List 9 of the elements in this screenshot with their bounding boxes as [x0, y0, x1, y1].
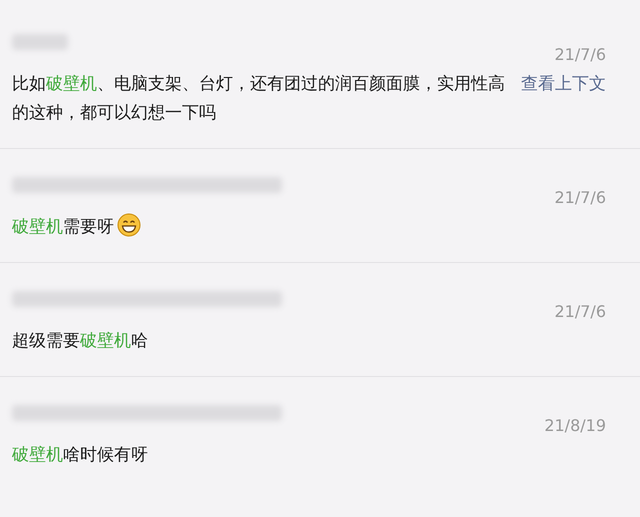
comment-date: 21/8/19 — [544, 416, 607, 435]
comment-text: 破壁机啥时候有呀 — [12, 444, 148, 467]
comment-date: 21/7/6 — [554, 45, 607, 64]
comment-date: 21/7/6 — [554, 188, 607, 207]
view-context-link[interactable]: 查看上下文 — [521, 70, 626, 99]
comment-text: 超级需要破壁机哈 — [12, 330, 148, 353]
comment-text: 比如破壁机、电脑支架、台灯，还有团过的润百颜面膜，实用性高的这种，都可以幻想一下吗 — [12, 73, 505, 125]
comment-date: 21/7/6 — [554, 302, 607, 321]
comment-text: 破壁机需要呀 — [12, 213, 141, 242]
